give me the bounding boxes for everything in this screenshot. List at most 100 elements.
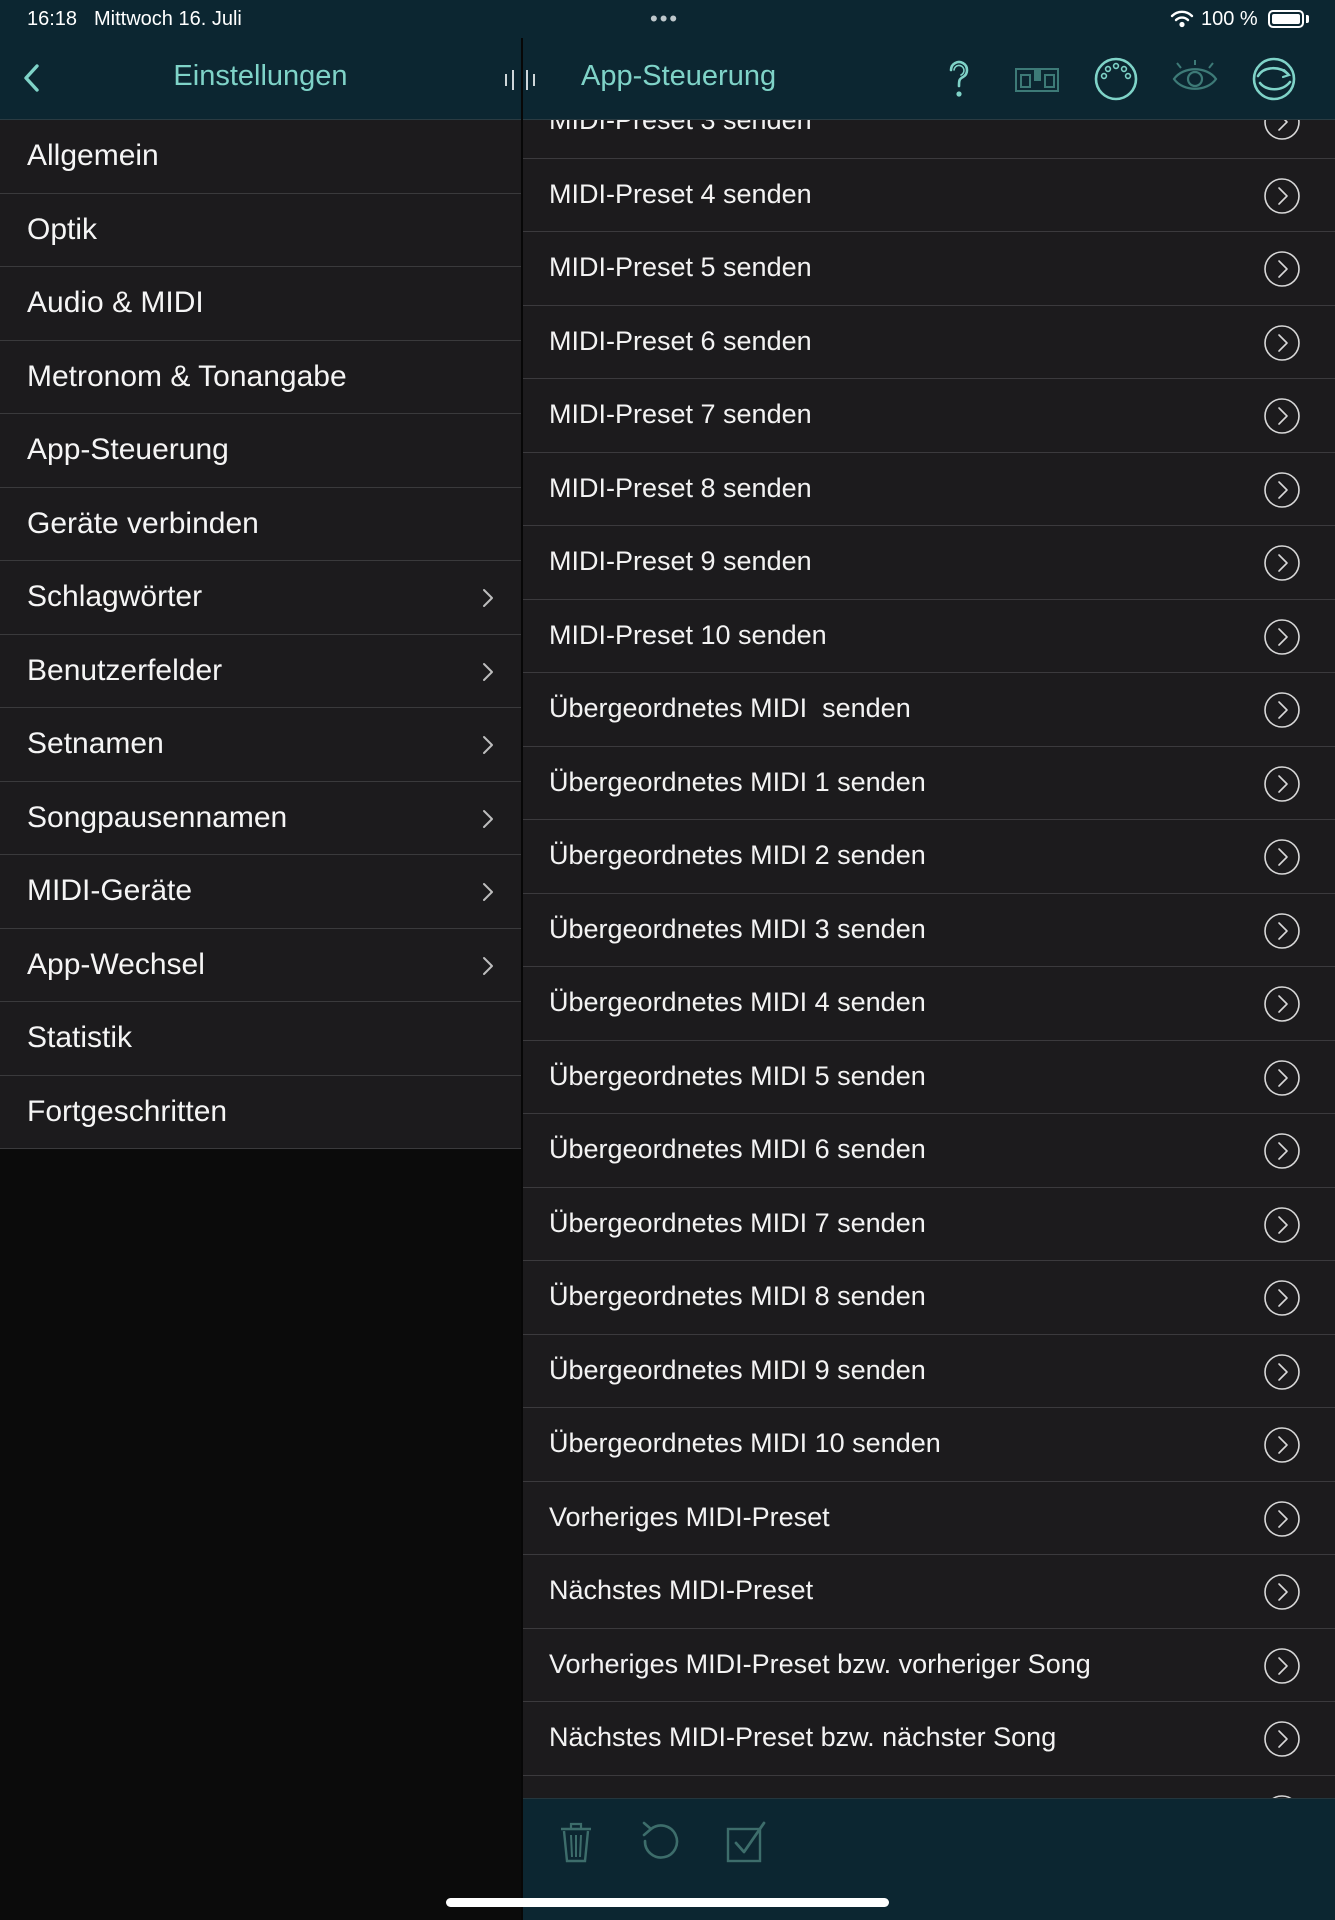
home-indicator[interactable] xyxy=(446,1898,889,1907)
sidebar-item-label: Fortgeschritten xyxy=(27,1094,228,1128)
sync-icon[interactable] xyxy=(1250,56,1298,102)
disclosure-circle-icon[interactable] xyxy=(1263,250,1301,288)
sidebar-item[interactable]: Allgemein xyxy=(0,120,521,194)
chevron-right-icon xyxy=(483,662,493,681)
list-item-label: Übergeordnetes MIDI 7 senden xyxy=(549,1207,926,1238)
list-item[interactable]: Übergeordnetes MIDI 1 senden xyxy=(523,746,1335,820)
chevron-right-icon xyxy=(483,809,493,828)
list-item[interactable]: Übergeordnetes MIDI 4 senden xyxy=(523,967,1335,1041)
list-item[interactable]: MIDI-Preset 6 senden xyxy=(523,305,1335,379)
list-item[interactable]: MIDI-Preset 5 senden xyxy=(523,232,1335,306)
sidebar-item-label: Benutzerfelder xyxy=(27,653,223,687)
eye-icon[interactable] xyxy=(1171,56,1219,102)
disclosure-circle-icon[interactable] xyxy=(1263,912,1301,950)
checkbox-icon[interactable] xyxy=(724,1819,770,1865)
layout-icon[interactable] xyxy=(1013,56,1061,102)
chevron-right-icon xyxy=(483,883,493,901)
sidebar-item[interactable]: App-Steuerung xyxy=(0,414,521,488)
disclosure-circle-icon[interactable] xyxy=(1263,1500,1301,1538)
list-item[interactable]: Übergeordnetes MIDI 10 senden xyxy=(523,1408,1335,1482)
disclosure-circle-icon[interactable] xyxy=(1263,985,1301,1023)
sidebar-item[interactable]: Geräte verbinden xyxy=(0,487,521,561)
disclosure-circle-icon[interactable] xyxy=(1263,618,1301,656)
list-item-label: Übergeordnetes MIDI 8 senden xyxy=(549,1281,926,1311)
list-item-label: Übergeordnetes MIDI 1 senden xyxy=(549,766,926,797)
sidebar-item-label: Geräte verbinden xyxy=(27,506,259,540)
list-item-label: Übergeordnetes MIDI senden xyxy=(549,693,911,723)
sidebar-item[interactable]: Songpausennamen xyxy=(0,781,521,855)
list-item[interactable]: MIDI-Preset 7 senden xyxy=(523,379,1335,453)
disclosure-circle-icon[interactable] xyxy=(1263,1426,1301,1464)
disclosure-circle-icon[interactable] xyxy=(1263,1647,1301,1685)
disclosure-circle-icon[interactable] xyxy=(1263,1720,1301,1758)
list-item-label: Vorheriges MIDI-Preset xyxy=(549,1501,830,1532)
sidebar-item[interactable]: MIDI-Geräte xyxy=(0,855,521,929)
sidebar-item[interactable]: Schlagwörter xyxy=(0,561,521,635)
sidebar-item[interactable]: Optik xyxy=(0,193,521,267)
disclosure-circle-icon[interactable] xyxy=(1263,1573,1301,1611)
list-item[interactable]: MIDI-Preset 10 senden xyxy=(523,599,1335,673)
sidebar-item[interactable]: App-Wechsel xyxy=(0,928,521,1002)
help-icon[interactable] xyxy=(935,56,983,102)
sidebar-item[interactable]: Fortgeschritten xyxy=(0,1075,521,1149)
list-item-label: Übergeordnetes MIDI 4 senden xyxy=(549,987,926,1017)
list-item[interactable]: Übergeordnetes MIDI 8 senden xyxy=(523,1261,1335,1335)
list-item-label: Nächstes MIDI-Preset bzw. nächster Song xyxy=(549,1722,1057,1752)
list-item[interactable]: MIDI-Preset 4 senden xyxy=(523,158,1335,232)
sidebar-item-label: Allgemein xyxy=(27,139,159,172)
sidebar-item-label: Optik xyxy=(27,212,98,246)
list-item-label: Übergeordnetes MIDI 5 senden xyxy=(549,1060,926,1091)
app-control-list: MIDI-Preset 3 senden MIDI-Preset 4 senden… xyxy=(523,85,1335,1849)
disclosure-circle-icon[interactable] xyxy=(1263,1279,1301,1317)
disclosure-circle-icon[interactable] xyxy=(1263,544,1301,582)
list-item-label: Übergeordnetes MIDI 3 senden xyxy=(549,913,926,944)
chevron-right-icon xyxy=(483,736,493,754)
list-item[interactable]: Übergeordnetes MIDI 6 senden xyxy=(523,1114,1335,1188)
sidebar-item-label: MIDI-Geräte xyxy=(27,874,193,907)
list-item[interactable]: Vorheriges MIDI-Preset bzw. vorheriger S… xyxy=(523,1628,1335,1702)
trash-icon[interactable] xyxy=(553,1819,599,1865)
disclosure-circle-icon[interactable] xyxy=(1263,1059,1301,1097)
settings-sidebar: Einstellungen Allgemein Optik Audio & MIDI… xyxy=(0,0,521,1920)
sidebar-item[interactable]: Metronom & Tonangabe xyxy=(0,340,521,414)
sidebar-item[interactable]: Setnamen xyxy=(0,708,521,782)
list-item[interactable]: Nächstes MIDI-Preset bzw. nächster Song xyxy=(523,1702,1335,1776)
midi-port-icon[interactable] xyxy=(1092,56,1140,102)
undo-icon[interactable] xyxy=(637,1819,683,1865)
list-item[interactable]: Übergeordnetes MIDI 5 senden xyxy=(523,1040,1335,1114)
list-item[interactable]: Übergeordnetes MIDI 9 senden xyxy=(523,1334,1335,1408)
list-item[interactable]: Nächstes MIDI-Preset xyxy=(523,1555,1335,1629)
list-item[interactable]: MIDI-Preset 8 senden xyxy=(523,452,1335,526)
disclosure-circle-icon[interactable] xyxy=(1263,765,1301,803)
sidebar-item[interactable]: Statistik xyxy=(0,1002,521,1076)
chevron-right-icon xyxy=(483,956,493,975)
disclosure-circle-icon[interactable] xyxy=(1263,397,1301,435)
detail-panel: App-Steuerung MIDI-Preset 3 senden MIDI-… xyxy=(523,0,1335,1920)
chevron-right-icon xyxy=(483,589,493,607)
sidebar-item-label: Audio & MIDI xyxy=(27,286,204,319)
list-item[interactable]: Übergeordnetes MIDI 2 senden xyxy=(523,820,1335,894)
disclosure-circle-icon[interactable] xyxy=(1263,1132,1301,1170)
disclosure-circle-icon[interactable] xyxy=(1263,1206,1301,1244)
sidebar-item[interactable]: Benutzerfelder xyxy=(0,634,521,708)
disclosure-circle-icon[interactable] xyxy=(1263,838,1301,876)
sidebar-title: Einstellungen xyxy=(173,60,348,92)
sidebar-item-label: App-Wechsel xyxy=(27,947,205,981)
disclosure-circle-icon[interactable] xyxy=(1263,324,1301,362)
disclosure-circle-icon[interactable] xyxy=(1263,471,1301,509)
disclosure-circle-icon[interactable] xyxy=(1263,691,1301,729)
list-item[interactable]: Übergeordnetes MIDI 7 senden xyxy=(523,1187,1335,1261)
list-item[interactable]: Übergeordnetes MIDI 3 senden xyxy=(523,893,1335,967)
disclosure-circle-icon[interactable] xyxy=(1263,1353,1301,1391)
list-item[interactable]: Vorheriges MIDI-Preset xyxy=(523,1481,1335,1555)
multitask-dots[interactable]: ••• xyxy=(650,8,679,30)
list-item[interactable]: Übergeordnetes MIDI senden xyxy=(523,673,1335,747)
sidebar-item-label: Setnamen xyxy=(27,727,164,760)
split-view-handle-icon[interactable] xyxy=(503,68,537,92)
sidebar-item[interactable]: Audio & MIDI xyxy=(0,267,521,341)
disclosure-circle-icon[interactable] xyxy=(1263,177,1301,215)
battery-percentage: 100 % xyxy=(1201,8,1258,30)
status-bar: 16:18 Mittwoch 16. Juli ••• 100 % xyxy=(0,0,1335,38)
list-item[interactable]: MIDI-Preset 9 senden xyxy=(523,526,1335,600)
list-item-label: MIDI-Preset 6 senden xyxy=(549,325,812,356)
